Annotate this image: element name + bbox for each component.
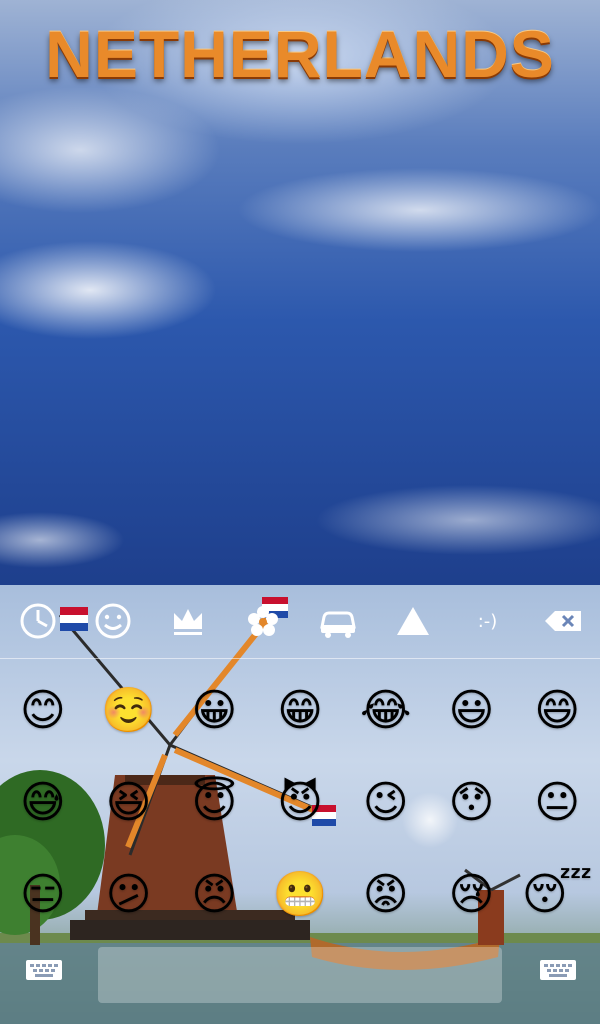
emoji-glyph: 😂 <box>360 685 412 736</box>
emoji-key[interactable]: 😅 <box>0 757 86 849</box>
category-divider <box>0 658 600 659</box>
emoji-key[interactable]: 😉 <box>343 757 429 849</box>
emoji-glyph: 😁 <box>277 685 323 736</box>
emoji-glyph: 😃 <box>448 685 495 736</box>
emoji-key[interactable]: 😐 <box>514 757 600 849</box>
emoji-key[interactable]: 😄 <box>514 665 600 757</box>
emoji-key[interactable]: 😢 <box>429 849 515 941</box>
emoji-grid: 😊 ☺️ 😀 😁 😂 😃 😄 😅 😆 😇 😈 😉 😯 😐 😑 😕 😠 😬 😡 😢 <box>0 665 600 941</box>
emoji-glyph: 😡 <box>362 869 409 920</box>
emoji-glyph: 😢 <box>448 869 495 920</box>
space-key[interactable] <box>98 947 502 1003</box>
smiley-icon[interactable] <box>75 585 150 657</box>
emoji-key[interactable]: 😂 <box>343 665 429 757</box>
emoji-glyph: 😀 <box>191 685 238 736</box>
emoji-glyph: ☺️ <box>101 685 156 736</box>
emoji-glyph: 😕 <box>105 869 152 920</box>
emoji-key[interactable]: 😃 <box>429 665 515 757</box>
emoji-key[interactable]: 😀 <box>171 665 257 757</box>
flower-icon[interactable] <box>225 585 300 657</box>
emoji-glyph: 😴 <box>521 869 593 920</box>
emoji-glyph: 😄 <box>534 685 581 736</box>
emoji-glyph: 😅 <box>19 777 66 828</box>
car-icon[interactable] <box>300 585 375 657</box>
emoji-key[interactable]: 😁 <box>257 665 343 757</box>
emoji-key[interactable]: 😴 <box>514 849 600 941</box>
emoji-key[interactable]: 😇 <box>171 757 257 849</box>
keyboard-switch-icon-right[interactable] <box>538 957 578 983</box>
emoji-key[interactable]: ☺️ <box>86 665 172 757</box>
emoji-key[interactable]: 😑 <box>0 849 86 941</box>
emoji-glyph: 😬 <box>272 869 328 920</box>
emoji-key[interactable]: 😊 <box>0 665 86 757</box>
emoji-key[interactable]: 😬 <box>257 849 343 941</box>
emoji-glyph: 😊 <box>19 685 66 736</box>
recent-icon[interactable] <box>0 585 75 657</box>
emoji-glyph: 😑 <box>19 869 66 920</box>
app-title: NETHERLANDS <box>45 17 555 91</box>
emoji-category-bar: :-) <box>0 585 600 657</box>
backspace-icon[interactable] <box>525 585 600 657</box>
emoji-key[interactable]: 😡 <box>343 849 429 941</box>
emoji-row: 😅 😆 😇 😈 😉 😯 😐 <box>0 757 600 849</box>
keyboard-switch-icon[interactable] <box>24 957 64 983</box>
crown-icon[interactable] <box>150 585 225 657</box>
emoji-key[interactable]: 😯 <box>429 757 515 849</box>
emoji-glyph: 😇 <box>191 777 238 828</box>
emoji-glyph: 😆 <box>105 777 152 828</box>
emoji-glyph: 😯 <box>448 777 495 828</box>
emoji-glyph: 😈 <box>277 777 323 828</box>
emoji-glyph: 😐 <box>534 777 581 828</box>
emoji-keyboard: :-) 😊 ☺️ 😀 😁 😂 😃 😄 😅 😆 😇 😈 😉 😯 😐 😑 😕 😠 😬… <box>0 585 600 1024</box>
emoji-key[interactable]: 😆 <box>86 757 172 849</box>
emoji-key[interactable]: 😕 <box>86 849 172 941</box>
triangle-icon[interactable] <box>375 585 450 657</box>
emoji-row: 😊 ☺️ 😀 😁 😂 😃 😄 <box>0 665 600 757</box>
emoji-row: 😑 😕 😠 😬 😡 😢 😴 <box>0 849 600 941</box>
emoji-key[interactable]: 😠 <box>171 849 257 941</box>
emoji-key[interactable]: 😈 <box>257 757 343 849</box>
emoji-glyph: 😠 <box>191 869 238 920</box>
emoji-glyph: 😉 <box>362 777 409 828</box>
emoticon-label: :-) <box>477 610 498 632</box>
emoticon-text-button[interactable]: :-) <box>450 585 525 657</box>
